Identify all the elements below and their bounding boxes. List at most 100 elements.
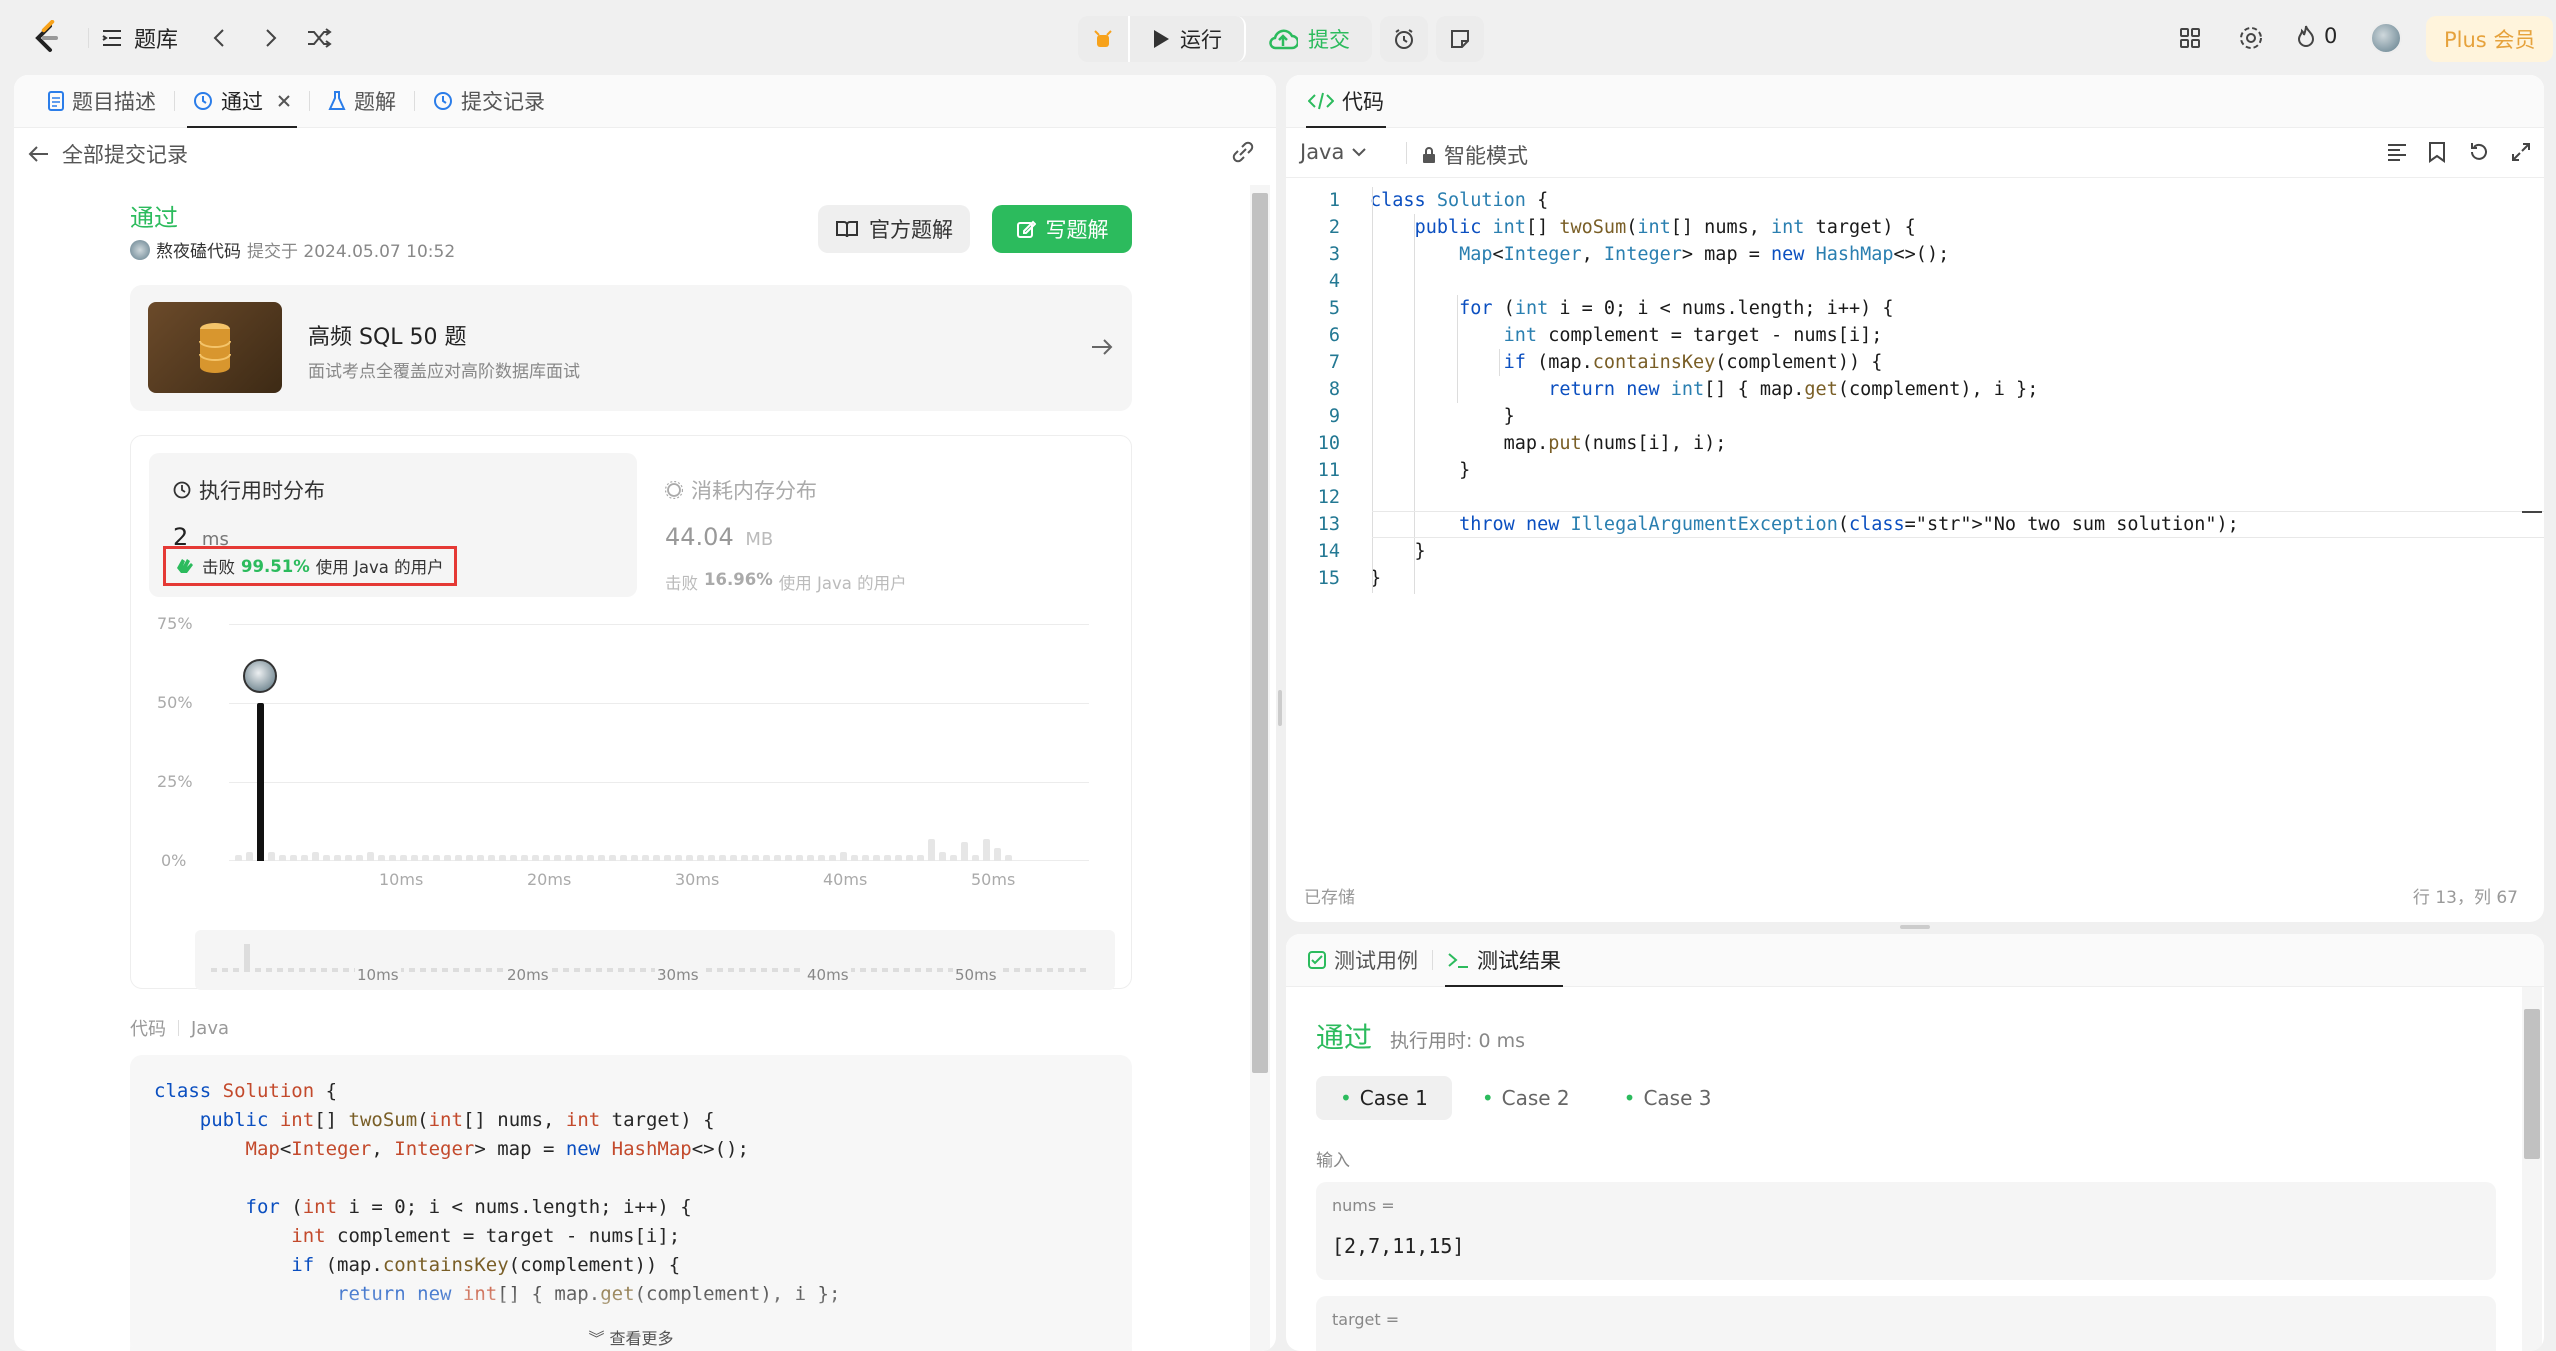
distribution-bar[interactable]	[279, 854, 286, 861]
distribution-bar[interactable]	[928, 838, 935, 861]
distribution-bar[interactable]	[642, 854, 649, 861]
official-solution-button[interactable]: 官方题解	[818, 205, 970, 253]
distribution-bar[interactable]	[422, 854, 429, 861]
distribution-bar[interactable]	[565, 854, 572, 861]
layout-icon[interactable]	[2178, 26, 2202, 50]
distribution-bar[interactable]	[400, 854, 407, 861]
smart-mode-toggle[interactable]: 智能模式	[1390, 140, 1528, 170]
logo-icon[interactable]	[28, 19, 64, 56]
distribution-bar[interactable]	[532, 854, 539, 861]
distribution-bar[interactable]	[664, 854, 671, 861]
run-button[interactable]: 运行	[1130, 16, 1246, 62]
distribution-bar[interactable]	[631, 854, 638, 861]
distribution-bar[interactable]	[774, 854, 781, 861]
editor-line[interactable]: 9 }	[1286, 403, 2544, 430]
distribution-bar[interactable]	[510, 854, 517, 861]
case-tab[interactable]: • Case 3	[1600, 1076, 1736, 1120]
editor-line[interactable]: 10 map.put(nums[i], i);	[1286, 430, 2544, 457]
distribution-bar[interactable]	[994, 848, 1001, 861]
distribution-bar[interactable]	[389, 854, 396, 861]
distribution-bar[interactable]	[785, 854, 792, 861]
next-problem-icon[interactable]	[258, 26, 282, 50]
left-scrollbar[interactable]	[1250, 185, 1270, 1351]
distribution-bar[interactable]	[719, 854, 726, 861]
distribution-bar[interactable]	[829, 854, 836, 861]
tab-description[interactable]: 题目描述	[36, 75, 168, 128]
editor-line[interactable]: 7 if (map.containsKey(complement)) {	[1286, 349, 2544, 376]
tab-testresults[interactable]: 测试结果	[1439, 934, 1569, 987]
editor-line[interactable]: 3 Map<Integer, Integer> map = new HashMa…	[1286, 241, 2544, 268]
distribution-bar[interactable]	[983, 838, 990, 861]
distribution-bar[interactable]	[818, 854, 825, 861]
streak-counter[interactable]: 0	[2296, 24, 2337, 48]
distribution-bar[interactable]	[477, 854, 484, 861]
user-avatar[interactable]	[130, 239, 150, 260]
debug-icon[interactable]	[1078, 16, 1130, 62]
editor-line[interactable]: 5 for (int i = 0; i < nums.length; i++) …	[1286, 295, 2544, 322]
distribution-bar[interactable]	[411, 854, 418, 861]
distribution-bar[interactable]	[367, 851, 374, 861]
target-input-box[interactable]: target =	[1316, 1296, 2496, 1351]
my-runtime-bar[interactable]	[257, 703, 264, 861]
editor-line[interactable]: 6 int complement = target - nums[i];	[1286, 322, 2544, 349]
write-solution-button[interactable]: 写题解	[992, 205, 1132, 253]
avatar[interactable]	[2370, 22, 2402, 54]
distribution-bar[interactable]	[840, 851, 847, 861]
distribution-bar[interactable]	[323, 854, 330, 861]
editor-line[interactable]: 4	[1286, 268, 2544, 295]
distribution-bar[interactable]	[378, 854, 385, 861]
tab-submissions[interactable]: 提交记录	[421, 75, 557, 128]
shuffle-icon[interactable]	[306, 26, 332, 50]
nums-input-box[interactable]: nums = [2,7,11,15]	[1316, 1182, 2496, 1280]
distribution-bar[interactable]	[356, 854, 363, 861]
back-to-submissions[interactable]: 全部提交记录	[28, 139, 188, 169]
test-scrollbar[interactable]	[2522, 987, 2542, 1351]
code-editor[interactable]: 1 class Solution {2 public int[] twoSum(i…	[1286, 187, 2544, 847]
distribution-bar[interactable]	[939, 851, 946, 861]
distribution-bar[interactable]	[851, 854, 858, 861]
distribution-bar[interactable]	[246, 851, 253, 861]
distribution-bar[interactable]	[796, 854, 803, 861]
distribution-bar[interactable]	[686, 854, 693, 861]
distribution-bar[interactable]	[345, 854, 352, 861]
alarm-icon[interactable]	[1380, 16, 1428, 62]
distribution-bar[interactable]	[972, 854, 979, 861]
distribution-bar[interactable]	[433, 854, 440, 861]
distribution-bar[interactable]	[950, 854, 957, 861]
distribution-bar[interactable]	[334, 854, 341, 861]
distribution-bar[interactable]	[609, 854, 616, 861]
distribution-bar[interactable]	[499, 854, 506, 861]
my-avatar-marker[interactable]	[243, 659, 277, 693]
editor-line[interactable]: 12	[1286, 484, 2544, 511]
distribution-bar[interactable]	[444, 854, 451, 861]
tab-testcases[interactable]: 测试用例	[1300, 934, 1426, 987]
prev-problem-icon[interactable]	[208, 26, 232, 50]
distribution-bar[interactable]	[620, 854, 627, 861]
distribution-bar[interactable]	[873, 854, 880, 861]
distribution-bar[interactable]	[884, 854, 891, 861]
distribution-bar[interactable]	[598, 854, 605, 861]
note-icon[interactable]	[1436, 16, 1484, 62]
expand-icon[interactable]	[2510, 141, 2532, 163]
chart-range-slider[interactable]: 10ms 20ms 30ms 40ms 50ms	[195, 930, 1115, 990]
distribution-bar[interactable]	[312, 851, 319, 861]
distribution-bar[interactable]	[763, 854, 770, 861]
bookmark-icon[interactable]	[2428, 141, 2446, 163]
editor-line[interactable]: 2 public int[] twoSum(int[] nums, int ta…	[1286, 214, 2544, 241]
settings-icon[interactable]	[2238, 25, 2264, 51]
distribution-bar[interactable]	[268, 851, 275, 861]
runtime-distribution-chart[interactable]: 75% 50% 25% 0% 10ms 20ms 30ms 40ms 50ms	[149, 614, 1119, 924]
distribution-bar[interactable]	[906, 854, 913, 861]
distribution-bar[interactable]	[807, 854, 814, 861]
tab-accepted[interactable]: 通过	[181, 75, 303, 128]
case-tab[interactable]: • Case 2	[1458, 1076, 1594, 1120]
distribution-bar[interactable]	[301, 854, 308, 861]
submit-button[interactable]: 提交	[1246, 16, 1372, 62]
distribution-bar[interactable]	[488, 854, 495, 861]
editor-line[interactable]: 14 }	[1286, 538, 2544, 565]
language-select[interactable]: Java	[1300, 140, 1367, 164]
sql50-banner[interactable]: 高频 SQL 50 题 面试考点全覆盖应对高阶数据库面试	[130, 285, 1132, 411]
distribution-bar[interactable]	[235, 854, 242, 861]
horizontal-splitter[interactable]	[1900, 925, 1930, 929]
memory-card[interactable]: 消耗内存分布 44.04 MB 击败 16.96% 使用 Java 的用户	[657, 453, 1117, 597]
